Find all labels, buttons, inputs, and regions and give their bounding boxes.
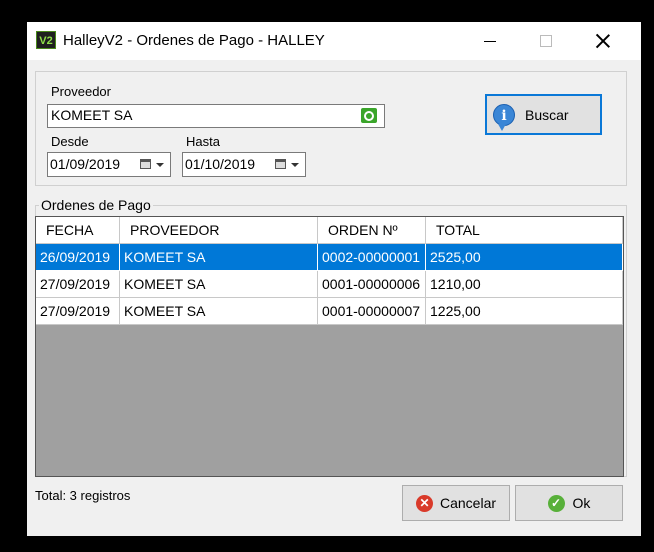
buscar-label: Buscar — [525, 106, 569, 123]
cell-total: 1225,00 — [426, 298, 623, 325]
cell-proveedor: KOMEET SA — [120, 271, 318, 298]
table-row[interactable]: 26/09/2019 KOMEET SA 0002-00000001 2525,… — [36, 244, 623, 271]
info-icon: i — [493, 103, 515, 131]
cancel-button[interactable]: ✕ Cancelar — [402, 485, 510, 521]
close-button[interactable] — [580, 22, 626, 60]
hasta-label: Hasta — [186, 134, 220, 149]
calendar-icon[interactable] — [140, 159, 151, 169]
column-header-orden[interactable]: ORDEN Nº — [318, 217, 426, 244]
proveedor-value: KOMEET SA — [51, 107, 133, 123]
table-row[interactable]: 27/09/2019 KOMEET SA 0001-00000006 1210,… — [36, 271, 623, 298]
record-count-status: Total: 3 registros — [35, 488, 131, 503]
maximize-icon — [540, 35, 552, 47]
dropdown-arrow-icon[interactable] — [291, 163, 299, 167]
buscar-button[interactable]: i Buscar — [485, 94, 602, 135]
desde-label: Desde — [51, 134, 89, 149]
maximize-button[interactable] — [523, 22, 569, 60]
desde-date-picker[interactable]: 01/09/2019 — [47, 152, 171, 177]
title-bar[interactable]: V2 HalleyV2 - Ordenes de Pago - HALLEY — [27, 22, 641, 60]
column-header-proveedor[interactable]: PROVEEDOR — [120, 217, 318, 244]
ok-label: Ok — [572, 495, 591, 511]
dropdown-arrow-icon[interactable] — [156, 163, 164, 167]
table-row[interactable]: 27/09/2019 KOMEET SA 0001-00000007 1225,… — [36, 298, 623, 325]
cancel-icon: ✕ — [415, 494, 433, 512]
desde-value: 01/09/2019 — [50, 156, 121, 172]
cell-orden: 0002-00000001 — [318, 244, 426, 271]
proveedor-input[interactable]: KOMEET SA — [47, 104, 385, 128]
column-header-fecha[interactable]: FECHA — [36, 217, 120, 244]
checkmark-icon: ✓ — [547, 494, 565, 512]
cell-fecha: 27/09/2019 — [36, 271, 120, 298]
cell-orden: 0001-00000006 — [318, 271, 426, 298]
minimize-button[interactable] — [467, 22, 513, 60]
cell-proveedor: KOMEET SA — [120, 244, 318, 271]
lookup-search-icon[interactable] — [361, 108, 377, 123]
cell-fecha: 27/09/2019 — [36, 298, 120, 325]
cell-orden: 0001-00000007 — [318, 298, 426, 325]
proveedor-label: Proveedor — [51, 84, 111, 99]
hasta-value: 01/10/2019 — [185, 156, 256, 172]
grid-header-row: FECHA PROVEEDOR ORDEN Nº TOTAL — [36, 217, 623, 244]
cell-fecha: 26/09/2019 — [36, 244, 120, 271]
cell-proveedor: KOMEET SA — [120, 298, 318, 325]
cancel-label: Cancelar — [439, 495, 497, 511]
window-title: HalleyV2 - Ordenes de Pago - HALLEY — [63, 32, 325, 49]
cell-total: 1210,00 — [426, 271, 623, 298]
orders-grid[interactable]: FECHA PROVEEDOR ORDEN Nº TOTAL 26/09/201… — [35, 216, 624, 477]
cell-total: 2525,00 — [426, 244, 623, 271]
close-icon — [596, 34, 610, 48]
minimize-icon — [484, 40, 496, 42]
column-header-total[interactable]: TOTAL — [426, 217, 623, 244]
orders-group-title: Ordenes de Pago — [39, 197, 153, 213]
calendar-icon[interactable] — [275, 159, 286, 169]
ok-button[interactable]: ✓ Ok — [515, 485, 623, 521]
hasta-date-picker[interactable]: 01/10/2019 — [182, 152, 306, 177]
main-window: V2 HalleyV2 - Ordenes de Pago - HALLEY P… — [27, 22, 641, 536]
app-logo-icon: V2 — [36, 31, 56, 49]
